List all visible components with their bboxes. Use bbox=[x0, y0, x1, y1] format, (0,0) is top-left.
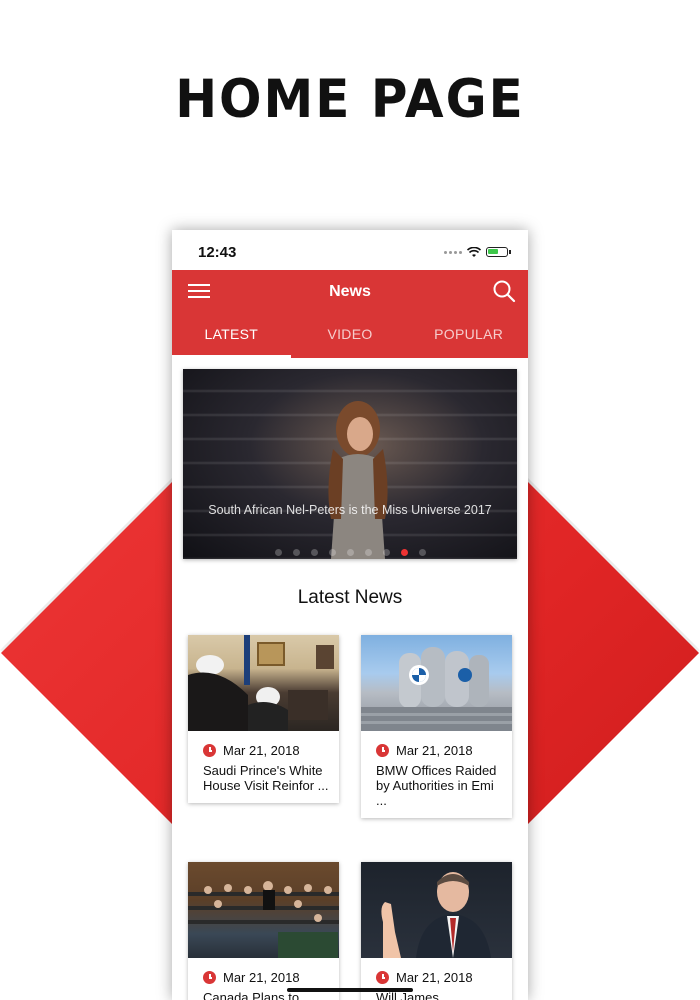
news-thumbnail bbox=[361, 635, 512, 731]
news-card[interactable]: Mar 21, 2018 BMW Offices Raided by Autho… bbox=[361, 635, 512, 818]
news-headline: Saudi Prince's White House Visit Reinfor… bbox=[203, 763, 329, 793]
battery-icon bbox=[486, 247, 511, 257]
status-icons bbox=[444, 246, 511, 258]
carousel-dot[interactable] bbox=[382, 549, 390, 556]
news-card[interactable]: Mar 21, 2018 Canada Plans to bbox=[188, 862, 339, 1000]
carousel-dot[interactable] bbox=[364, 549, 372, 556]
clock-icon bbox=[203, 971, 216, 984]
tab-popular[interactable]: POPULAR bbox=[409, 312, 528, 358]
home-indicator[interactable] bbox=[287, 988, 413, 992]
carousel-dot[interactable] bbox=[292, 549, 300, 556]
carousel-dot[interactable] bbox=[310, 549, 318, 556]
news-thumbnail bbox=[188, 862, 339, 958]
carousel-dot[interactable] bbox=[274, 549, 282, 556]
hero-caption: South African Nel-Peters is the Miss Uni… bbox=[208, 503, 492, 517]
carousel-indicator bbox=[183, 549, 517, 556]
status-bar: 12:43 bbox=[172, 230, 528, 270]
status-time: 12:43 bbox=[198, 243, 237, 261]
carousel-dot[interactable] bbox=[328, 549, 336, 556]
tab-bar: LATEST VIDEO POPULAR bbox=[172, 312, 528, 358]
signal-icon bbox=[444, 250, 462, 254]
news-date: Mar 21, 2018 bbox=[223, 743, 300, 758]
news-thumbnail bbox=[361, 862, 512, 958]
news-date: Mar 21, 2018 bbox=[396, 743, 473, 758]
news-date: Mar 21, 2018 bbox=[223, 970, 300, 985]
hero-carousel[interactable]: South African Nel-Peters is the Miss Uni… bbox=[183, 369, 517, 559]
news-card[interactable]: Mar 21, 2018 Saudi Prince's White House … bbox=[188, 635, 339, 803]
news-headline: BMW Offices Raided by Authorities in Emi… bbox=[376, 763, 497, 808]
clock-icon bbox=[203, 744, 216, 757]
tab-latest[interactable]: LATEST bbox=[172, 312, 291, 358]
carousel-dot[interactable] bbox=[346, 549, 354, 556]
carousel-dot-active[interactable] bbox=[400, 549, 408, 556]
wifi-icon bbox=[467, 246, 481, 257]
clock-icon bbox=[376, 971, 389, 984]
news-date: Mar 21, 2018 bbox=[396, 970, 473, 985]
section-title: Latest News bbox=[297, 587, 403, 608]
promo-title: HOME PAGE bbox=[175, 68, 525, 130]
app-bar: News LATEST VIDEO POPULAR bbox=[172, 270, 528, 358]
app-title: News bbox=[329, 283, 371, 300]
hero-photo bbox=[328, 401, 388, 559]
carousel-dot[interactable] bbox=[418, 549, 426, 556]
clock-icon bbox=[376, 744, 389, 757]
news-thumbnail bbox=[188, 635, 339, 731]
phone-screen: 12:43 News LATEST VIDEO POPULAR South Af… bbox=[172, 230, 528, 1000]
tab-video[interactable]: VIDEO bbox=[291, 312, 410, 358]
news-card[interactable]: Mar 21, 2018 Will James bbox=[361, 862, 512, 1000]
